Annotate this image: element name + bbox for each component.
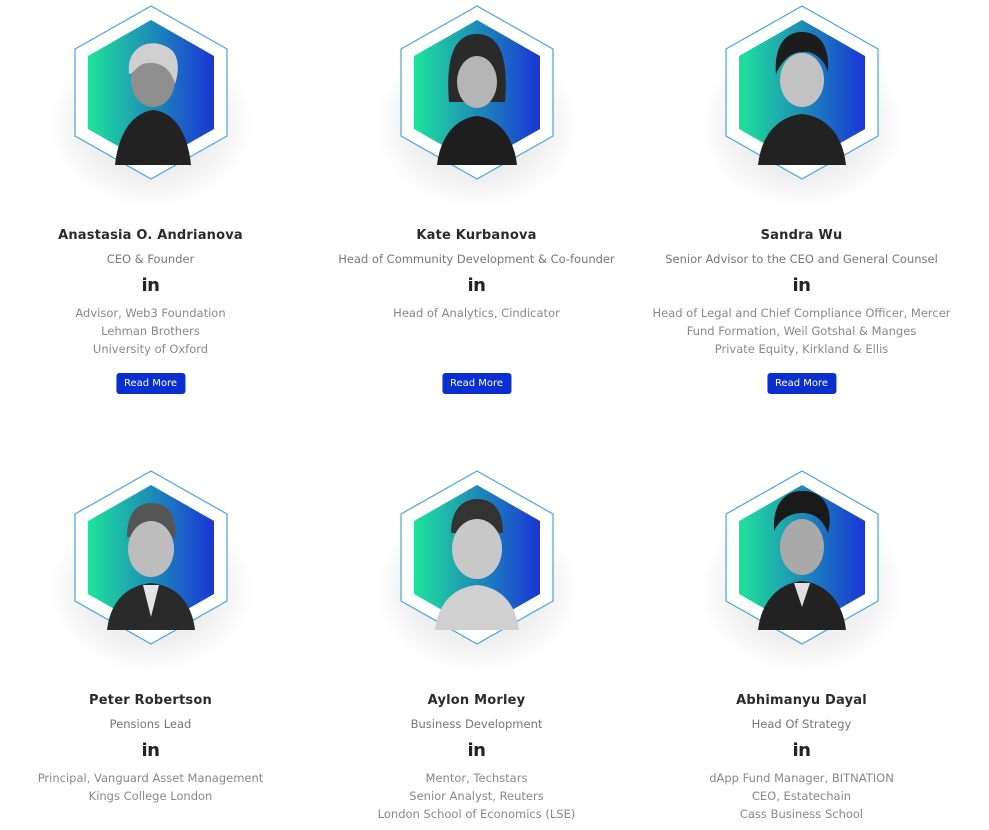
profile-photo-frame <box>639 465 964 675</box>
bio-line: Lehman Brothers <box>101 324 200 338</box>
read-more-button[interactable]: Read More <box>441 373 512 394</box>
profile-photo-frame <box>314 465 639 675</box>
member-role: Head of Community Development & Co-found… <box>338 252 615 266</box>
bio-line: Private Equity, Kirkland & Ellis <box>714 342 889 356</box>
bio-line: Advisor, Web3 Foundation <box>75 306 226 320</box>
bio-line: University of Oxford <box>92 342 209 356</box>
member-bio: dApp Fund Manager, BITNATION CEO, Estate… <box>639 769 964 823</box>
profile-photo <box>74 5 228 180</box>
member-role: CEO & Founder <box>106 252 195 266</box>
member-name: Anastasia O. Andrianova <box>58 228 243 243</box>
read-more-button[interactable]: Read More <box>766 373 837 394</box>
bio-line: Senior Analyst, Reuters <box>409 789 544 803</box>
member-name: Aylon Morley <box>427 693 526 708</box>
bio-line: Cass Business School <box>739 807 864 821</box>
bio-line: Head of Analytics, Cindicator <box>393 306 560 320</box>
linkedin-icon[interactable]: in <box>468 740 486 761</box>
read-more-button[interactable]: Read More <box>115 373 186 394</box>
member-bio: Mentor, Techstars Senior Analyst, Reuter… <box>314 769 639 823</box>
bio-line: Head of Legal and Chief Compliance Offic… <box>652 306 951 320</box>
profile-photo <box>400 470 554 645</box>
bio-line: Mentor, Techstars <box>425 771 528 785</box>
member-name: Kate Kurbanova <box>416 228 537 243</box>
bio-line: Principal, Vanguard Asset Management <box>37 771 264 785</box>
member-role: Pensions Lead <box>109 717 192 731</box>
bio-line: Fund Formation, Weil Gotshal & Manges <box>686 324 917 338</box>
profile-photo <box>400 5 554 180</box>
member-name: Abhimanyu Dayal <box>736 693 867 708</box>
team-card: Sandra Wu Senior Advisor to the CEO and … <box>639 0 964 394</box>
linkedin-icon[interactable]: in <box>793 275 811 296</box>
profile-photo <box>725 470 879 645</box>
profile-photo <box>725 5 879 180</box>
member-bio: Principal, Vanguard Asset Management Kin… <box>0 769 313 805</box>
profile-photo-frame <box>0 465 313 675</box>
bio-line: dApp Fund Manager, BITNATION <box>709 771 894 785</box>
team-card: Abhimanyu Dayal Head Of Strategy in dApp… <box>639 465 964 821</box>
member-role: Senior Advisor to the CEO and General Co… <box>665 252 938 266</box>
linkedin-icon[interactable]: in <box>468 275 486 296</box>
member-name: Sandra Wu <box>760 228 843 243</box>
member-bio: Advisor, Web3 Foundation Lehman Brothers… <box>0 304 313 358</box>
profile-photo-frame <box>0 0 313 210</box>
team-card: Peter Robertson Pensions Lead in Princip… <box>0 465 313 803</box>
linkedin-icon[interactable]: in <box>142 740 160 761</box>
profile-photo-frame <box>639 0 964 210</box>
bio-line: CEO, Estatechain <box>751 789 852 803</box>
member-bio: Head of Analytics, Cindicator <box>314 304 639 322</box>
member-bio: Head of Legal and Chief Compliance Offic… <box>639 304 964 358</box>
bio-line: Kings College London <box>88 789 213 803</box>
bio-line: London School of Economics (LSE) <box>377 807 576 821</box>
profile-photo <box>74 470 228 645</box>
member-role: Business Development <box>410 717 543 731</box>
team-card: Kate Kurbanova Head of Community Develop… <box>314 0 639 394</box>
member-name: Peter Robertson <box>89 693 212 708</box>
team-card: Anastasia O. Andrianova CEO & Founder in… <box>0 0 313 394</box>
linkedin-icon[interactable]: in <box>142 275 160 296</box>
profile-photo-frame <box>314 0 639 210</box>
linkedin-icon[interactable]: in <box>793 740 811 761</box>
team-card: Aylon Morley Business Development in Men… <box>314 465 639 821</box>
member-role: Head Of Strategy <box>751 717 852 731</box>
